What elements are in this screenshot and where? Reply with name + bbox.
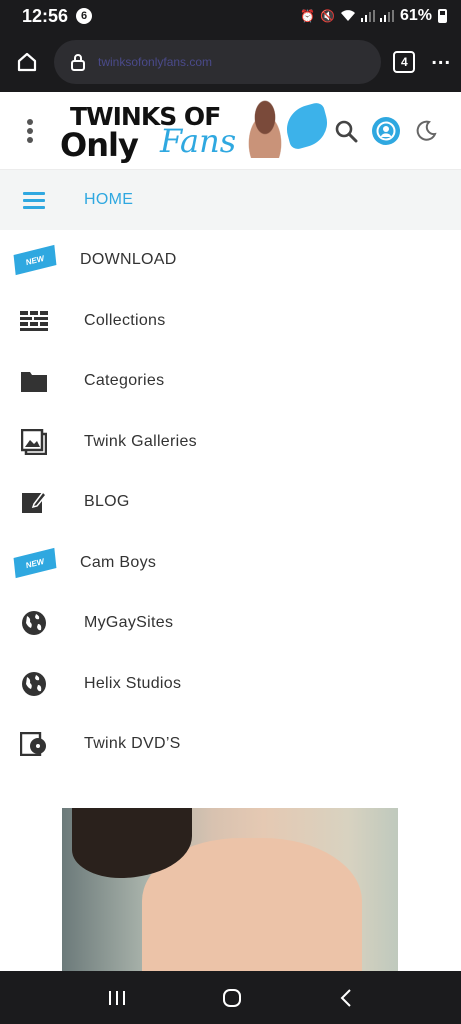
address-bar[interactable]: twinksofonlyfans.com — [54, 40, 382, 84]
menu-label: MyGaySites — [84, 614, 174, 632]
menu-item-mygaysites[interactable]: MyGaySites — [0, 593, 461, 654]
system-nav-bar — [0, 971, 461, 1024]
menu-label: Twink DVD’S — [84, 735, 181, 753]
new-badge: NEW — [13, 245, 57, 276]
logo-text-only: Only — [60, 125, 139, 164]
dvd-icon — [20, 732, 46, 757]
menu-label: Helix Studios — [84, 674, 182, 692]
mute-icon: 🔇 — [320, 9, 335, 23]
kebab-menu-icon[interactable] — [0, 118, 60, 143]
new-badge: NEW — [13, 547, 57, 578]
grid-icon — [20, 310, 48, 331]
status-right: ⏰ 🔇 61% — [300, 7, 447, 25]
dark-mode-moon-icon[interactable] — [414, 119, 438, 143]
menu-label: Twink Galleries — [84, 432, 197, 450]
status-bar: 12:56 6 ⏰ 🔇 61% — [0, 0, 461, 32]
menu-item-collections[interactable]: Collections — [0, 291, 461, 352]
menu-label: Collections — [84, 311, 166, 329]
menu-item-twink-dvds[interactable]: Twink DVD’S — [0, 714, 461, 775]
main-menu: NEW DOWNLOAD Collections Categories Twin… — [0, 230, 461, 775]
back-icon[interactable] — [339, 988, 353, 1008]
menu-label: Cam Boys — [80, 553, 157, 571]
menu-item-blog[interactable]: BLOG — [0, 472, 461, 533]
site-logo[interactable]: TWINKS OF Only Fans — [60, 96, 333, 166]
user-icon — [376, 121, 396, 140]
menu-item-twink-galleries[interactable]: Twink Galleries — [0, 412, 461, 473]
home-icon — [17, 52, 37, 72]
recent-apps-icon[interactable] — [108, 990, 126, 1006]
menu-label: BLOG — [84, 493, 130, 511]
menu-label-home: HOME — [84, 191, 134, 208]
folder-icon — [21, 372, 47, 393]
status-icons: ⏰ 🔇 — [300, 9, 394, 23]
signal-icon-2 — [379, 10, 394, 22]
browser-toolbar: twinksofonlyfans.com 4 ... — [0, 32, 461, 92]
clock: 12:56 — [22, 5, 69, 26]
globe-icon — [22, 611, 46, 636]
battery-percent: 61% — [399, 7, 432, 24]
wifi-icon — [340, 10, 355, 21]
globe-icon — [22, 671, 46, 696]
search-icon[interactable] — [334, 119, 358, 143]
notification-count: 6 — [76, 8, 93, 24]
battery-icon — [438, 9, 447, 23]
menu-item-home[interactable]: HOME — [0, 170, 461, 230]
promo-image[interactable] — [62, 808, 398, 973]
browser-home-button[interactable] — [10, 45, 44, 79]
header-actions — [334, 116, 438, 145]
lock-icon — [71, 54, 85, 71]
menu-item-download[interactable]: NEW DOWNLOAD — [0, 230, 461, 291]
user-account-button[interactable] — [372, 116, 400, 145]
url-text: twinksofonlyfans.com — [98, 55, 213, 69]
signal-icon — [360, 10, 375, 22]
home-nav-icon[interactable] — [222, 988, 242, 1008]
logo-text-fans: Fans — [160, 121, 237, 160]
menu-item-cam-boys[interactable]: NEW Cam Boys — [0, 533, 461, 594]
gallery-icon — [21, 428, 47, 455]
menu-label: DOWNLOAD — [80, 251, 177, 269]
site-header: TWINKS OF Only Fans — [0, 92, 461, 170]
edit-icon — [22, 491, 47, 514]
menu-label: Categories — [84, 372, 165, 390]
hamburger-icon[interactable] — [23, 191, 45, 209]
more-options-icon[interactable]: ... — [431, 48, 451, 71]
menu-item-categories[interactable]: Categories — [0, 351, 461, 412]
alarm-icon: ⏰ — [300, 9, 316, 23]
tabs-button[interactable]: 4 — [393, 51, 416, 73]
logo-image — [240, 99, 290, 158]
menu-item-helix-studios[interactable]: Helix Studios — [0, 654, 461, 715]
status-left: 12:56 6 — [22, 5, 93, 27]
